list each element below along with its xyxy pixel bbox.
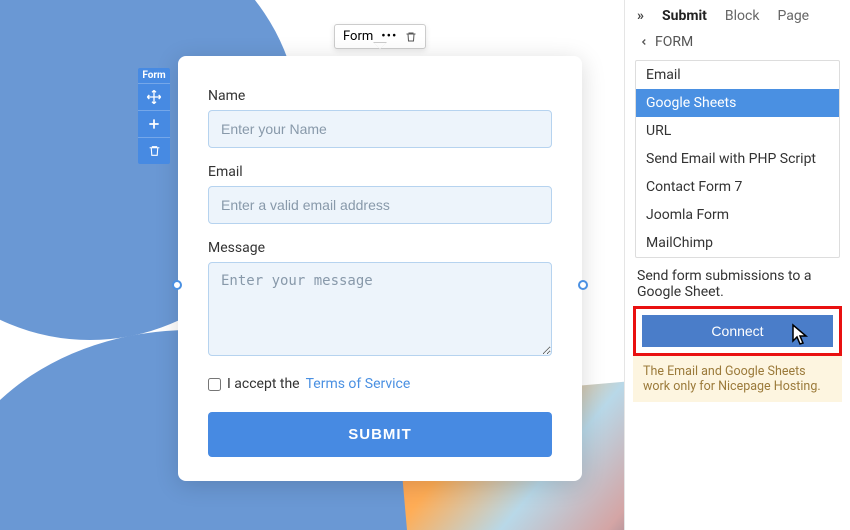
integration-item[interactable]: Contact Form 7	[636, 173, 839, 201]
message-label: Message	[208, 240, 552, 256]
add-icon[interactable]	[138, 110, 170, 137]
context-toolbar: Form •••	[334, 24, 426, 49]
form-card[interactable]: Form Name Email Message I accept the Ter…	[178, 56, 582, 481]
integration-item[interactable]: Joomla Form	[636, 201, 839, 229]
name-input[interactable]	[208, 110, 552, 148]
tab-submit[interactable]: Submit	[662, 8, 707, 24]
properties-panel: » Submit Block Page FORM EmailGoogle She…	[624, 0, 850, 530]
name-label: Name	[208, 88, 552, 104]
trash-icon[interactable]	[405, 30, 417, 44]
tab-block[interactable]: Block	[725, 8, 760, 24]
integration-item[interactable]: Email	[636, 61, 839, 89]
hosting-note: The Email and Google Sheets work only fo…	[633, 356, 842, 402]
chevron-left-icon	[639, 35, 649, 49]
connect-button[interactable]: Connect	[642, 315, 833, 347]
email-input[interactable]	[208, 186, 552, 224]
integration-item[interactable]: URL	[636, 117, 839, 145]
terms-link[interactable]: Terms of Service	[306, 376, 411, 392]
selection-handle[interactable]	[172, 280, 182, 290]
integration-list: EmailGoogle SheetsURLSend Email with PHP…	[635, 60, 840, 258]
move-icon[interactable]	[138, 83, 170, 110]
expand-icon[interactable]: »	[637, 8, 644, 24]
message-input[interactable]	[208, 262, 552, 356]
panel-back-label: FORM	[655, 34, 693, 50]
terms-row: I accept the Terms of Service	[208, 376, 552, 392]
trash-icon[interactable]	[138, 137, 170, 164]
integration-item[interactable]: Send Email with PHP Script	[636, 145, 839, 173]
integration-item[interactable]: Google Sheets	[636, 89, 839, 117]
editor-canvas: Form ••• Form Name Email Message	[0, 0, 624, 530]
terms-prefix: I accept the	[227, 376, 300, 392]
connect-label: Connect	[711, 323, 763, 339]
integration-item[interactable]: MailChimp	[636, 229, 839, 257]
panel-tabs: » Submit Block Page	[625, 0, 850, 34]
submit-button[interactable]: SUBMIT	[208, 412, 552, 457]
terms-checkbox[interactable]	[208, 378, 221, 391]
panel-back[interactable]: FORM	[625, 34, 850, 60]
element-badge: Form	[138, 68, 170, 164]
more-icon[interactable]: •••	[381, 29, 397, 44]
helper-text: Send form submissions to a Google Sheet.	[625, 258, 850, 306]
context-label: Form	[343, 29, 373, 44]
email-label: Email	[208, 164, 552, 180]
selection-handle[interactable]	[578, 280, 588, 290]
cursor-icon	[791, 323, 811, 347]
connect-highlight: Connect	[633, 306, 842, 356]
tab-page[interactable]: Page	[777, 8, 809, 24]
badge-label: Form	[138, 68, 170, 83]
